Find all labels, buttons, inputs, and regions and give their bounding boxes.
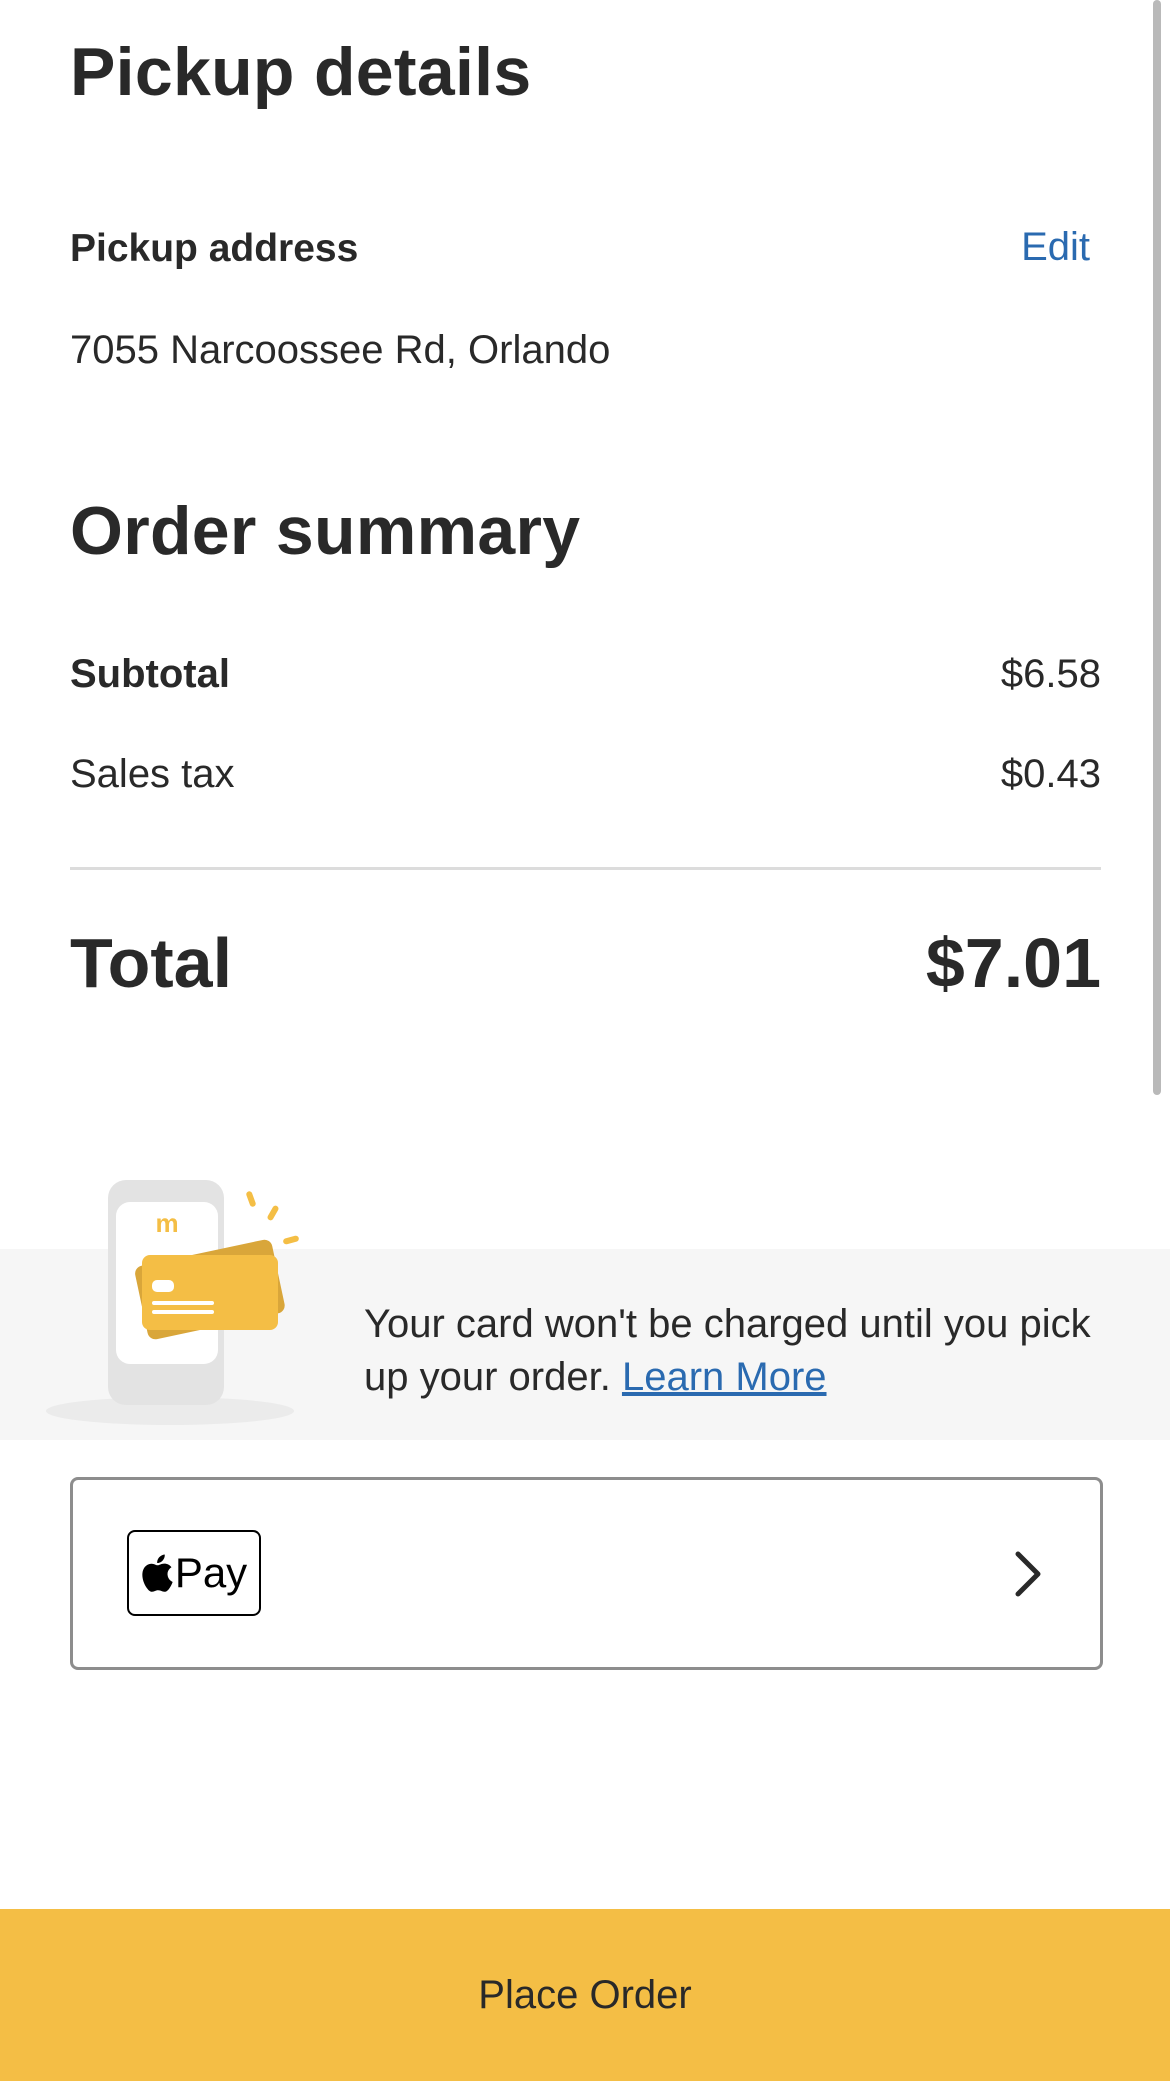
subtotal-row: Subtotal $6.58 xyxy=(70,654,1101,694)
pickup-address-label: Pickup address xyxy=(70,227,359,270)
place-order-button[interactable]: Place Order xyxy=(0,1909,1170,2081)
total-label: Total xyxy=(70,924,233,1002)
chevron-right-icon xyxy=(1015,1551,1041,1597)
sales-tax-row: Sales tax $0.43 xyxy=(70,754,1101,794)
summary-divider xyxy=(70,867,1101,870)
pickup-details-heading: Pickup details xyxy=(70,34,532,110)
scrollbar[interactable] xyxy=(1153,0,1161,1095)
pickup-address-value: 7055 Narcoossee Rd, Orlando xyxy=(70,328,611,372)
subtotal-label: Subtotal xyxy=(70,652,230,696)
total-value: $7.01 xyxy=(925,924,1101,1002)
apple-pay-label: Pay xyxy=(174,1549,248,1596)
logo-glyph: m xyxy=(155,1208,178,1238)
apple-pay-badge: Pay xyxy=(127,1530,261,1616)
edit-address-link[interactable]: Edit xyxy=(1021,227,1090,267)
phone-card-icon: m xyxy=(46,1180,299,1425)
sales-tax-label: Sales tax xyxy=(70,752,235,796)
sales-tax-value: $0.43 xyxy=(1000,752,1101,796)
payment-method-selector[interactable]: Pay xyxy=(70,1477,1103,1670)
card-charge-notice: Your card won't be charged until you pic… xyxy=(364,1298,1104,1404)
apple-icon xyxy=(142,1554,173,1592)
order-summary-heading: Order summary xyxy=(70,493,581,569)
total-row: Total $7.01 xyxy=(70,928,1101,998)
subtotal-value: $6.58 xyxy=(1000,652,1101,696)
learn-more-link[interactable]: Learn More xyxy=(622,1355,827,1399)
